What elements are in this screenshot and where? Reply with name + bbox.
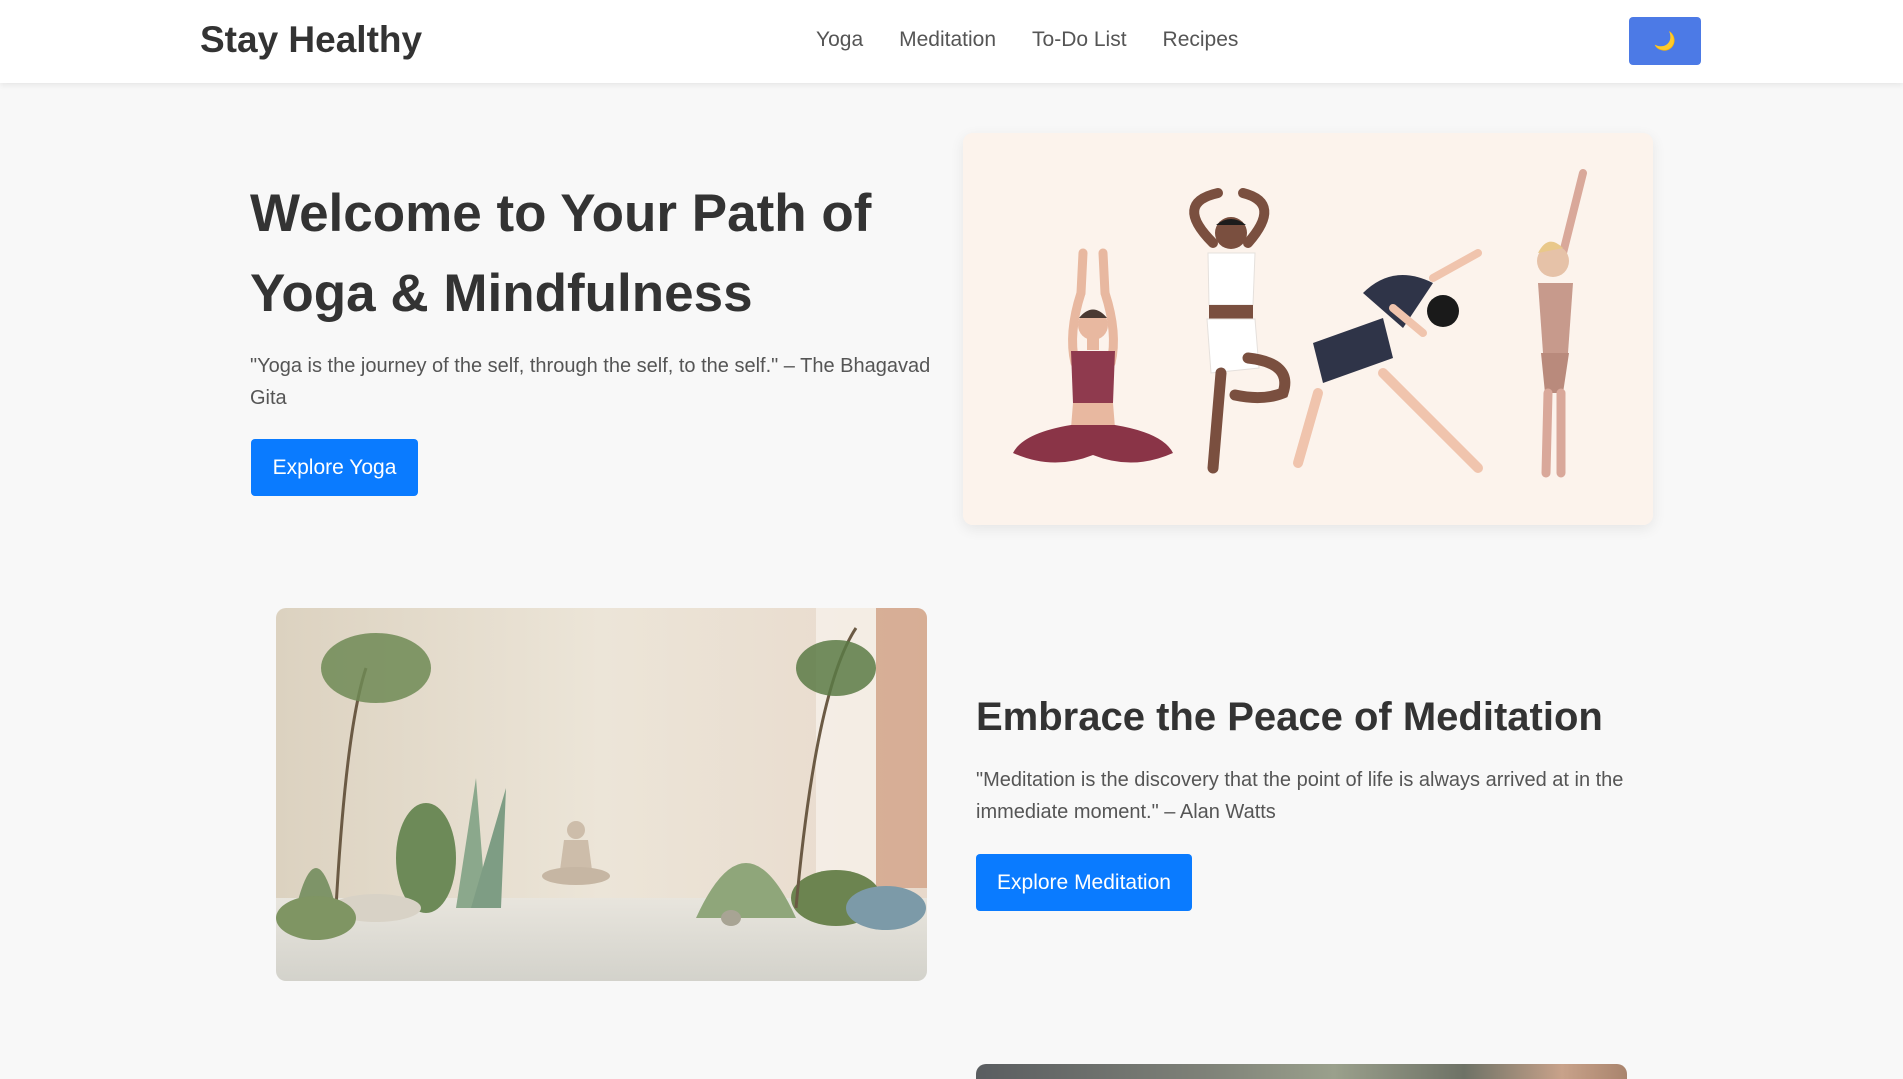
nav-link-todo[interactable]: To-Do List [1032,28,1127,52]
next-section-image [976,1064,1627,1079]
nav-link-recipes[interactable]: Recipes [1163,28,1239,52]
theme-toggle-button[interactable]: 🌙 [1629,17,1701,65]
explore-yoga-button[interactable]: Explore Yoga [251,439,418,496]
nav-link-meditation[interactable]: Meditation [899,28,996,52]
yoga-poses-illustration [963,133,1653,525]
navbar: Stay Healthy Yoga Meditation To-Do List … [0,0,1903,83]
meditation-scene-illustration [276,608,927,981]
brand-logo[interactable]: Stay Healthy [200,19,422,61]
nav-link-yoga[interactable]: Yoga [816,28,863,52]
moon-icon: 🌙 [1653,30,1677,51]
hero-title: Welcome to Your Path of Yoga & Mindfulne… [250,184,872,323]
meditation-room-image [276,608,927,981]
meditation-quote: "Meditation is the discovery that the po… [976,769,1624,823]
main-nav: Yoga Meditation To-Do List Recipes [816,28,1238,52]
meditation-title: Embrace the Peace of Meditation [976,695,1603,739]
hero-quote: "Yoga is the journey of the self, throug… [250,355,931,409]
explore-meditation-button[interactable]: Explore Meditation [976,854,1192,911]
yoga-illustration [963,133,1653,525]
